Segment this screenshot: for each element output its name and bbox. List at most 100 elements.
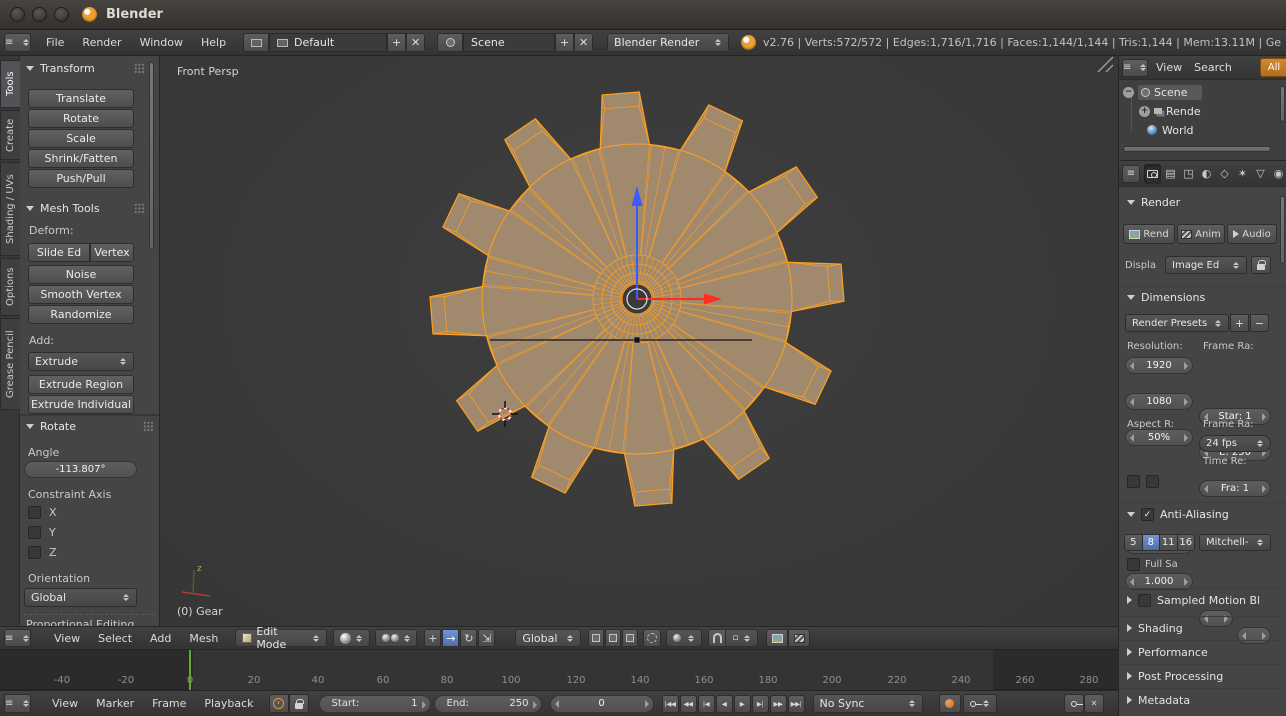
menu-marker[interactable]: Marker xyxy=(87,697,143,710)
outliner-row-scene[interactable]: − Scene xyxy=(1123,83,1202,101)
scene-selector[interactable]: Scene xyxy=(463,33,556,52)
antialiasing-checkbox[interactable]: ✓ xyxy=(1141,508,1154,521)
scene-icon-button[interactable] xyxy=(437,33,464,52)
editor-type-button[interactable]: ≡ xyxy=(1122,58,1148,77)
outliner-h-scrollbar[interactable] xyxy=(1123,146,1271,152)
aa-filter-dropdown[interactable]: Mitchell- xyxy=(1199,534,1271,551)
window-maximize-button[interactable] xyxy=(54,7,69,22)
play-button[interactable]: ▶ xyxy=(733,694,751,713)
resolution-y-field[interactable]: 1080 xyxy=(1125,393,1193,410)
menu-search[interactable]: Search xyxy=(1188,61,1238,74)
window-minimize-button[interactable] xyxy=(32,7,47,22)
tab-options[interactable]: Options xyxy=(0,258,20,316)
slide-edge-button[interactable]: Slide Ed xyxy=(28,243,90,262)
end-frame-field[interactable]: End: 250 xyxy=(433,694,542,713)
proportional-edit-dropdown[interactable] xyxy=(666,629,703,647)
hide-icon-button[interactable] xyxy=(588,629,605,647)
occlude-icon-button[interactable] xyxy=(622,629,639,647)
outliner-v-scrollbar[interactable] xyxy=(1280,86,1285,122)
screen-layout-selector[interactable]: Default xyxy=(269,33,388,52)
menu-frame[interactable]: Frame xyxy=(143,697,195,710)
scale-button[interactable]: Scale xyxy=(28,129,134,148)
fps-dropdown[interactable]: 24 fps xyxy=(1199,435,1271,452)
delete-layout-button[interactable]: ✕ xyxy=(406,33,426,52)
manipulator-scale-toggle[interactable]: ⇲ xyxy=(478,629,496,647)
tab-render[interactable] xyxy=(1144,163,1161,184)
start-frame-field[interactable]: Start: 1 xyxy=(318,694,431,713)
snap-toggle[interactable] xyxy=(708,629,727,647)
properties-scrollbar[interactable] xyxy=(1280,196,1285,264)
tab-grease-pencil[interactable]: Grease Pencil xyxy=(0,318,20,410)
panel-drag-icon[interactable] xyxy=(134,63,145,74)
limit-selection-toggle[interactable] xyxy=(643,629,662,647)
insert-keyframe-button[interactable] xyxy=(1064,694,1084,713)
tab-shading-uvs[interactable]: Shading / UVs xyxy=(0,162,20,256)
aa-samples-11[interactable]: 11 xyxy=(1159,534,1178,551)
current-frame-line[interactable] xyxy=(189,650,191,690)
add-layout-button[interactable]: + xyxy=(387,33,407,52)
next-frame-button[interactable]: ▶| xyxy=(751,694,769,713)
display-mode-dropdown[interactable]: Image Ed xyxy=(1165,256,1247,274)
aa-samples-5[interactable]: 5 xyxy=(1124,534,1143,551)
checkbox-x[interactable] xyxy=(28,506,41,519)
aa-samples-16[interactable]: 16 xyxy=(1176,534,1195,551)
add-preset-button[interactable]: + xyxy=(1230,314,1249,332)
tab-scene[interactable]: ◳ xyxy=(1180,164,1197,184)
metadata-panel-header[interactable]: Metadata xyxy=(1119,688,1281,711)
translate-button[interactable]: Translate xyxy=(28,89,134,108)
menu-render[interactable]: Render xyxy=(73,36,130,49)
menu-help[interactable]: Help xyxy=(192,36,235,49)
delete-keyframe-button[interactable]: ✕ xyxy=(1084,694,1104,713)
noise-button[interactable]: Noise xyxy=(28,265,134,284)
toolshelf-scrollbar[interactable] xyxy=(149,62,154,250)
pivot-point-dropdown[interactable] xyxy=(375,629,418,647)
render-panel-header[interactable]: Render xyxy=(1119,196,1286,209)
prev-keyframe-button[interactable]: ◀◀ xyxy=(679,694,697,713)
manipulator-translate-toggle[interactable]: → xyxy=(442,629,460,647)
3d-viewport[interactable]: z Front Persp (0) Gear xyxy=(160,56,1118,626)
smooth-vertex-button[interactable]: Smooth Vertex xyxy=(28,285,134,304)
menu-window[interactable]: Window xyxy=(131,36,192,49)
constraint-y-row[interactable]: Y xyxy=(28,526,56,539)
preview-range-toggle[interactable] xyxy=(268,694,289,713)
window-close-button[interactable] xyxy=(10,7,25,22)
add-scene-button[interactable]: + xyxy=(555,33,575,52)
opengl-render-anim-button[interactable] xyxy=(788,629,811,647)
manipulator-rotate-toggle[interactable]: ↻ xyxy=(460,629,478,647)
av-sync-dropdown[interactable]: No Sync xyxy=(812,694,923,713)
outliner-row-world[interactable]: World xyxy=(1147,121,1194,139)
tab-modifiers[interactable]: ✶ xyxy=(1234,164,1251,184)
editor-type-button[interactable]: ≡ xyxy=(4,629,31,647)
jump-to-end-button[interactable]: ▶▶| xyxy=(787,694,805,713)
snap-element-dropdown[interactable]: ▫ xyxy=(726,629,759,647)
tab-tools[interactable]: Tools xyxy=(0,60,20,108)
tab-create[interactable]: Create xyxy=(0,110,20,160)
mode-dropdown[interactable]: Edit Mode xyxy=(235,625,328,651)
menu-playback[interactable]: Playback xyxy=(195,697,262,710)
render-still-button[interactable]: Rend xyxy=(1123,224,1175,244)
extrude-region-button[interactable]: Extrude Region xyxy=(28,375,134,394)
rotate-button[interactable]: Rotate xyxy=(28,109,134,128)
menu-view[interactable]: View xyxy=(43,697,87,710)
panel-drag-icon[interactable] xyxy=(143,421,154,432)
tab-render-layers[interactable]: ▤ xyxy=(1162,164,1179,184)
tab-world[interactable]: ◐ xyxy=(1198,164,1215,184)
outliner-row-renderlayers[interactable]: + Rende xyxy=(1139,102,1201,120)
editor-type-button[interactable]: ≡ xyxy=(1122,164,1140,183)
keying-set-dropdown[interactable] xyxy=(962,694,997,713)
tab-material[interactable]: ◉ xyxy=(1270,164,1286,184)
constraint-z-row[interactable]: Z xyxy=(28,546,57,559)
constraint-x-row[interactable]: X xyxy=(28,506,57,519)
render-anim-button[interactable]: Anim xyxy=(1177,224,1225,244)
checkbox-z[interactable] xyxy=(28,546,41,559)
collapse-icon[interactable]: − xyxy=(1123,86,1134,98)
viewport-shading-dropdown[interactable] xyxy=(333,629,371,647)
mesh-tools-panel-header[interactable]: Mesh Tools xyxy=(26,202,145,215)
extrude-individual-button[interactable]: Extrude Individual xyxy=(28,395,134,414)
corner-resize-widget[interactable] xyxy=(1097,56,1114,73)
editor-type-button[interactable]: ≡ xyxy=(4,694,31,713)
menu-file[interactable]: File xyxy=(37,36,73,49)
antialiasing-panel-header[interactable]: ✓ Anti-Aliasing xyxy=(1119,502,1286,526)
randomize-button[interactable]: Randomize xyxy=(28,305,134,324)
frame-step-field[interactable]: Fra: 1 xyxy=(1199,480,1271,497)
